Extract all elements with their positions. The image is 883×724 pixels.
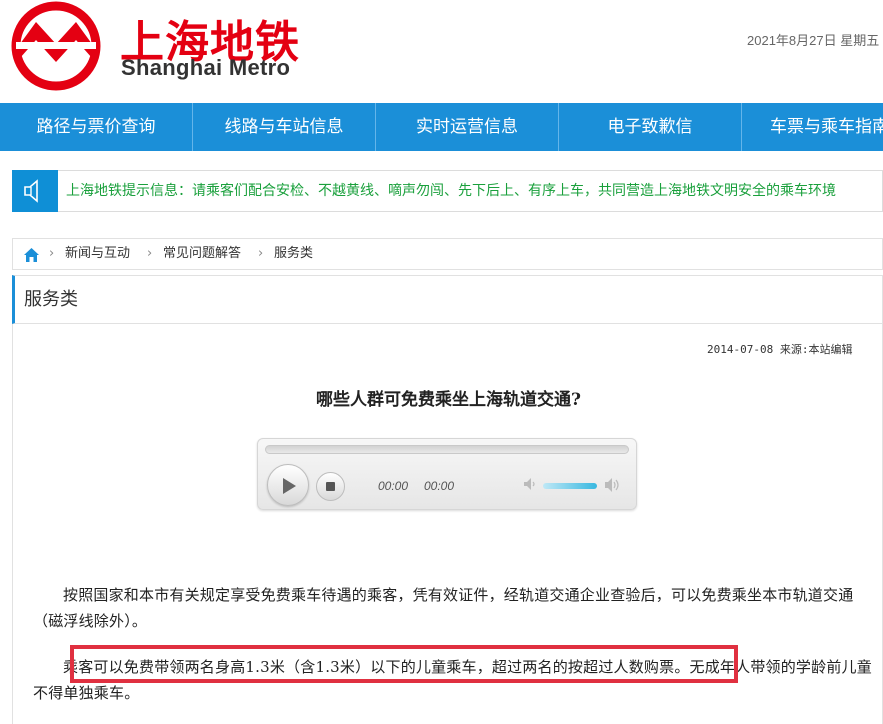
stop-icon [326, 482, 335, 491]
section-header: 服务类 [12, 275, 883, 324]
nav-item-lines-stations[interactable]: 线路与车站信息 [193, 103, 376, 151]
highlight-annotation [70, 645, 738, 683]
audio-player: 00:00 00:00 [257, 438, 637, 510]
breadcrumb-news[interactable]: 新闻与互动 [65, 239, 130, 269]
nav-item-route-fare[interactable]: 路径与票价查询 [0, 103, 193, 151]
header: 上海地铁 Shanghai Metro 2021年8月27日 星期五 [0, 0, 883, 103]
breadcrumb-separator: › [147, 246, 153, 261]
nav-item-realtime-info[interactable]: 实时运营信息 [376, 103, 559, 151]
logo-subtitle: Shanghai Metro [121, 55, 291, 80]
breadcrumb-separator: › [49, 246, 55, 261]
home-icon[interactable] [23, 245, 40, 275]
breadcrumb-separator: › [258, 246, 264, 261]
breadcrumb: › 新闻与互动 › 常见问题解答 › 服务类 [12, 238, 883, 270]
audio-duration: 00:00 [424, 479, 455, 493]
notice-text: 上海地铁提示信息：请乘客们配合安检、不越黄线、嘀声勿闯、先下后上、有序上车，共同… [66, 183, 836, 199]
nav-item-ticket-guide[interactable]: 车票与乘车指南 [742, 103, 883, 151]
notice-bar: 上海地铁提示信息：请乘客们配合安检、不越黄线、嘀声勿闯、先下后上、有序上车，共同… [12, 170, 883, 212]
stop-button[interactable] [316, 472, 345, 501]
shanghai-metro-logo[interactable]: 上海地铁 Shanghai Metro [10, 0, 300, 92]
speaker-icon [12, 170, 58, 212]
play-button[interactable] [267, 464, 309, 506]
volume-max-icon[interactable] [603, 476, 623, 498]
audio-current-time: 00:00 [378, 479, 409, 493]
article-content: 2014-07-08 来源:本站编辑 哪些人群可免费乘坐上海轨道交通? 00:0… [12, 324, 883, 724]
nav-item-apology-letter[interactable]: 电子致歉信 [559, 103, 742, 151]
mute-icon[interactable] [522, 476, 538, 496]
article-meta: 2014-07-08 来源:本站编辑 [707, 343, 853, 356]
audio-progress-bar[interactable] [265, 445, 629, 454]
volume-slider[interactable] [543, 483, 597, 489]
article-title: 哪些人群可免费乘坐上海轨道交通? [316, 390, 581, 410]
metro-logo-icon [11, 1, 101, 91]
breadcrumb-faq[interactable]: 常见问题解答 [163, 239, 241, 269]
breadcrumb-service[interactable]: 服务类 [274, 239, 313, 269]
main-nav: 路径与票价查询 线路与车站信息 实时运营信息 电子致歉信 车票与乘车指南 [0, 103, 883, 151]
current-date: 2021年8月27日 星期五 [747, 33, 880, 48]
play-icon [283, 478, 296, 494]
section-title: 服务类 [24, 289, 78, 310]
article-paragraph: 按照国家和本市有关规定享受免费乘车待遇的乘客，凭有效证件，经轨道交通企业查验后，… [33, 586, 854, 630]
